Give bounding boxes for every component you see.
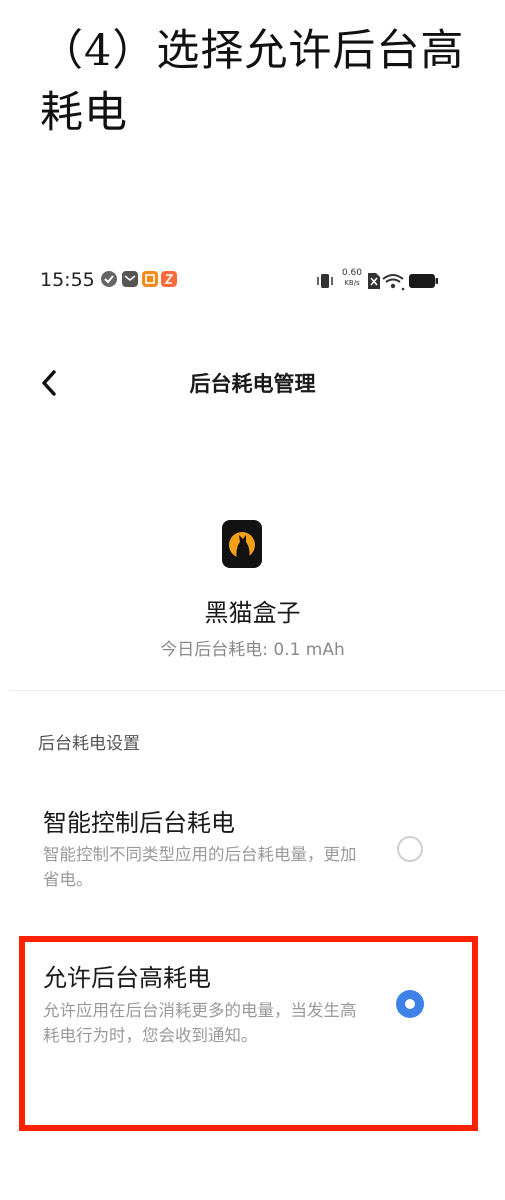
radio-dot bbox=[405, 999, 415, 1009]
mail-icon bbox=[122, 271, 138, 287]
app-name: 黑猫盒子 bbox=[204, 599, 301, 627]
network-speed: 0.60 KB/s bbox=[341, 268, 363, 287]
battery-icon bbox=[409, 274, 438, 288]
no-sim-icon bbox=[368, 273, 380, 289]
app-notification-icon bbox=[161, 271, 177, 287]
status-right-icons bbox=[317, 273, 438, 291]
status-bar: 15:55 0.60 KB/s bbox=[40, 266, 440, 296]
check-circle-icon bbox=[101, 271, 117, 287]
instruction-heading: （4）选择允许后台高耗电 bbox=[40, 26, 465, 138]
app-battery-usage: 今日后台耗电: 0.1 mAh bbox=[160, 640, 345, 660]
radio-button-unselected[interactable] bbox=[397, 836, 423, 862]
app-notification-icon bbox=[142, 271, 158, 287]
radio-button-selected[interactable] bbox=[396, 990, 424, 1018]
vibrate-icon bbox=[317, 274, 333, 288]
black-cat-app-icon bbox=[222, 520, 262, 568]
page-title: 后台耗电管理 bbox=[189, 372, 316, 396]
top-navigation-bar: 后台耗电管理 bbox=[0, 358, 505, 408]
status-time: 15:55 bbox=[40, 269, 95, 291]
wifi-icon bbox=[382, 274, 405, 291]
option-title: 允许后台高耗电 bbox=[43, 964, 211, 992]
option-title: 智能控制后台耗电 bbox=[43, 809, 235, 837]
option-description: 允许应用在后台消耗更多的电量，当发生高耗电行为时，您会收到通知。 bbox=[43, 1001, 357, 1045]
section-title: 后台耗电设置 bbox=[38, 734, 140, 754]
option-description: 智能控制不同类型应用的后台耗电量，更加省电。 bbox=[43, 845, 357, 889]
divider bbox=[10, 690, 505, 691]
